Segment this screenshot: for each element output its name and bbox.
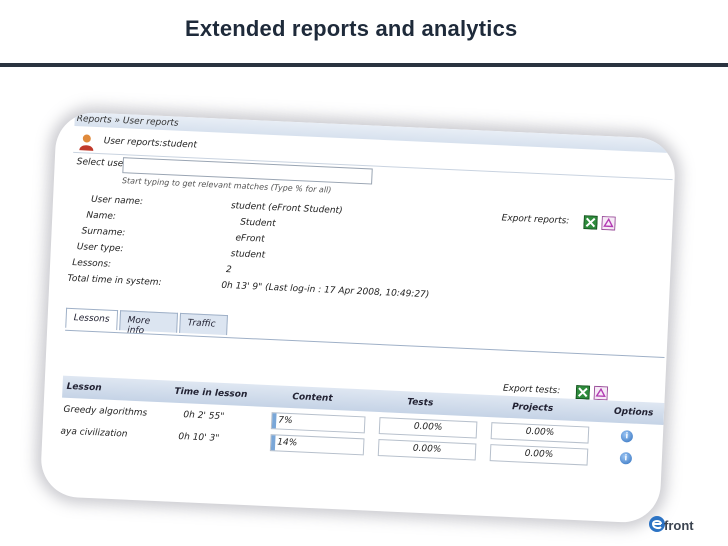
tab-lessons[interactable]: Lessons — [65, 307, 119, 331]
tab-more-info[interactable]: More info — [119, 310, 179, 336]
slide-title: Extended reports and analytics — [185, 16, 518, 41]
info-value: Student — [239, 217, 276, 230]
column-header[interactable]: Tests — [407, 397, 434, 408]
content-progress: 14% — [269, 434, 365, 456]
projects-cell: 0.00% — [489, 444, 589, 466]
tests-cell: 0.00% — [378, 417, 478, 439]
column-header[interactable]: Options — [614, 407, 654, 419]
export-reports-label: Export reports: — [501, 213, 570, 227]
pdf-export-icon[interactable] — [593, 385, 609, 401]
screenshot-frame: Reports » User reports User reports:stud… — [39, 111, 677, 524]
export-tests-label: Export tests: — [502, 383, 561, 397]
info-icon[interactable]: i — [619, 452, 633, 465]
projects-percent: 0.00% — [524, 448, 554, 460]
info-label: Total time in system: — [67, 273, 162, 289]
excel-export-icon[interactable] — [575, 384, 591, 400]
lesson-name[interactable]: aya civilization — [60, 427, 127, 440]
column-header[interactable]: Time in lesson — [174, 387, 247, 400]
info-icon[interactable]: i — [620, 430, 634, 443]
info-value: eFront — [235, 233, 265, 245]
info-value: 2 — [225, 264, 232, 276]
title-rule — [0, 63, 728, 67]
column-header[interactable]: Projects — [512, 402, 554, 414]
content-percent: 7% — [278, 415, 293, 427]
content-progress-fill — [270, 435, 276, 451]
lesson-time: 0h 2' 55" — [183, 410, 225, 423]
tests-percent: 0.00% — [413, 421, 443, 433]
user-icon — [79, 134, 94, 151]
efront-logo: front — [664, 518, 694, 533]
content-progress-fill — [271, 413, 277, 429]
info-label: Lessons: — [71, 257, 112, 270]
info-label: Surname: — [81, 226, 126, 239]
content-progress: 7% — [270, 412, 366, 434]
info-label: User name: — [90, 194, 144, 208]
column-header[interactable]: Content — [292, 392, 333, 404]
info-value: student (eFront Student) — [230, 201, 343, 217]
info-value: student — [230, 249, 266, 261]
user-report-page: Reports » User reports User reports:stud… — [58, 111, 677, 524]
projects-percent: 0.00% — [525, 426, 555, 439]
lesson-time: 0h 10' 3" — [178, 431, 220, 444]
info-label: User type: — [76, 242, 124, 255]
page-heading: User reports:student — [103, 136, 198, 151]
content-percent: 14% — [277, 437, 298, 449]
tab-traffic[interactable]: Traffic — [179, 312, 228, 336]
excel-export-icon[interactable] — [583, 215, 598, 230]
tests-cell: 0.00% — [377, 439, 477, 461]
report-tabs: Lessons More info Traffic — [65, 307, 665, 357]
lesson-name[interactable]: Greedy algorithms — [63, 405, 147, 419]
info-value: 0h 13' 9" (Last log-in : 17 Apr 2008, 10… — [221, 280, 430, 301]
tests-percent: 0.00% — [412, 443, 442, 455]
info-label: Name: — [86, 210, 117, 222]
projects-cell: 0.00% — [490, 422, 590, 444]
pdf-export-icon[interactable] — [601, 215, 616, 231]
column-header[interactable]: Lesson — [66, 382, 102, 394]
